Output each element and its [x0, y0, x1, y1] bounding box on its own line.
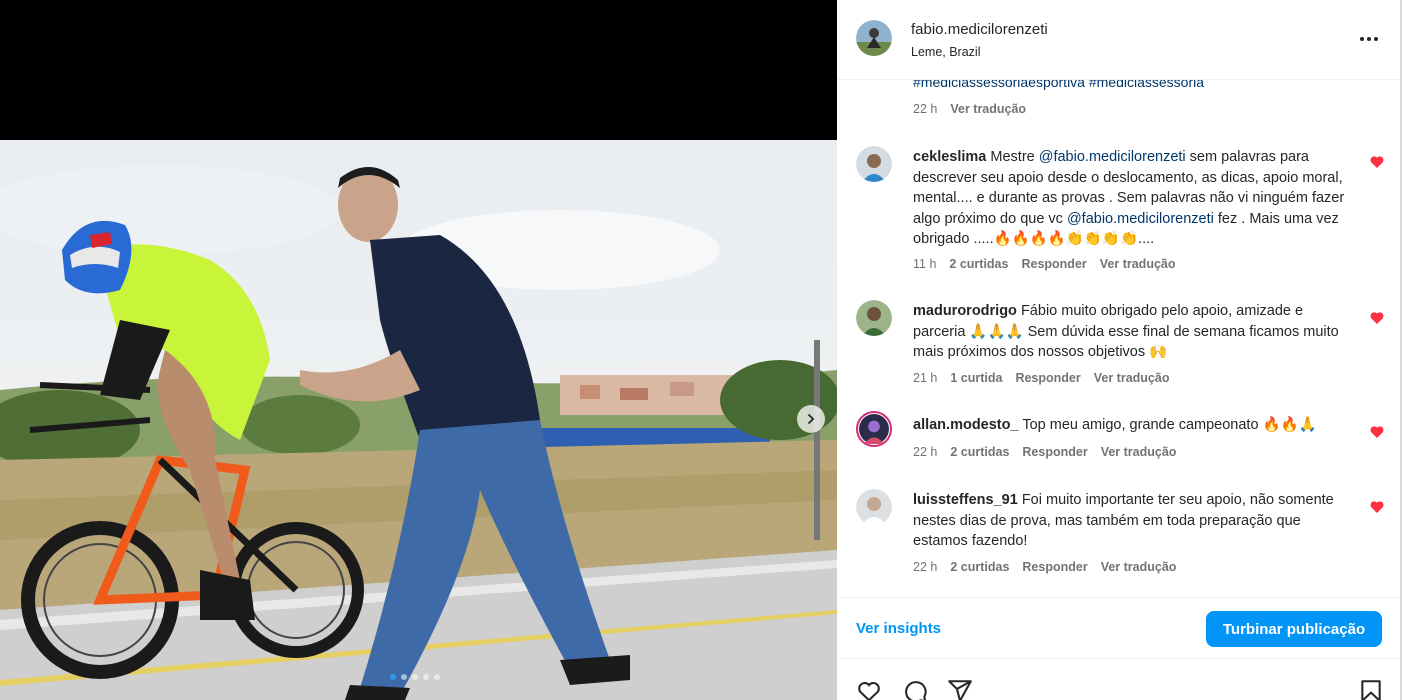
share-icon[interactable]	[947, 678, 973, 700]
caption-translate-link[interactable]: Ver tradução	[950, 102, 1026, 116]
carousel-dot	[423, 674, 429, 680]
comment-username[interactable]: madurorodrigo	[913, 303, 1017, 319]
comment-meta: 11 h 2 curtidas Responder Ver tradução	[913, 257, 1176, 271]
post-footer-bar: Ver insights Turbinar publicação	[837, 597, 1400, 659]
heart-icon[interactable]	[1369, 499, 1385, 515]
comment-time: 21 h	[913, 371, 938, 385]
carousel-dot	[434, 674, 440, 680]
post-location[interactable]: Leme, Brazil	[911, 45, 980, 59]
mention-link[interactable]: @fabio.medicilorenzeti	[1039, 149, 1186, 165]
comment-likes[interactable]: 2 curtidas	[950, 560, 1009, 574]
carousel-dot	[390, 674, 396, 680]
post-detail-panel: fabio.medicilorenzeti Leme, Brazil #medi…	[837, 0, 1400, 700]
comment-time: 11 h	[913, 257, 937, 271]
comment-icon[interactable]	[902, 678, 928, 700]
reply-button[interactable]: Responder	[1015, 371, 1080, 385]
comment-body: Top meu amigo, grande campeonato 🔥🔥🙏	[1022, 417, 1317, 433]
heart-icon[interactable]	[1369, 154, 1385, 170]
carousel-dot	[412, 674, 418, 680]
comment-text: luissteffens_91 Foi muito importante ter…	[913, 490, 1353, 552]
chevron-right-icon	[808, 414, 815, 424]
reply-button[interactable]: Responder	[1021, 257, 1086, 271]
avatar[interactable]	[856, 489, 892, 525]
comment-likes[interactable]: 2 curtidas	[949, 257, 1008, 271]
comment-text: allan.modesto_ Top meu amigo, grande cam…	[913, 415, 1353, 436]
like-icon[interactable]	[856, 678, 882, 700]
avatar[interactable]	[856, 300, 892, 336]
comment-likes[interactable]: 1 curtida	[950, 371, 1002, 385]
avatar[interactable]	[856, 20, 892, 56]
post-media	[0, 0, 837, 700]
comment-body: Mestre	[990, 149, 1039, 165]
comment-meta: 22 h 2 curtidas Responder Ver tradução	[913, 560, 1176, 574]
comment-likes[interactable]: 2 curtidas	[950, 445, 1009, 459]
post-author-username[interactable]: fabio.medicilorenzeti	[911, 21, 1048, 38]
reply-button[interactable]: Responder	[1022, 445, 1087, 459]
comment-time: 22 h	[913, 445, 938, 459]
post-actions	[837, 660, 1400, 700]
carousel-indicator	[390, 674, 440, 680]
translate-link[interactable]: Ver tradução	[1094, 371, 1170, 385]
caption-hashtags[interactable]: #mediciassessoriaesportiva #mediciassess…	[913, 80, 1204, 90]
comment-text: madurorodrigo Fábio muito obrigado pelo …	[913, 301, 1353, 363]
comments-list: #mediciassessoriaesportiva #mediciassess…	[837, 80, 1400, 597]
reply-button[interactable]: Responder	[1022, 560, 1087, 574]
mention-link[interactable]: @fabio.medicilorenzeti	[1067, 211, 1214, 227]
post-header: fabio.medicilorenzeti Leme, Brazil	[837, 0, 1400, 80]
insights-link[interactable]: Ver insights	[856, 620, 941, 637]
comment-meta: 22 h 2 curtidas Responder Ver tradução	[913, 445, 1176, 459]
boost-post-button[interactable]: Turbinar publicação	[1206, 611, 1382, 647]
caption-time: 22 h	[913, 102, 938, 116]
translate-link[interactable]: Ver tradução	[1100, 257, 1176, 271]
comment-meta: 21 h 1 curtida Responder Ver tradução	[913, 371, 1169, 385]
heart-icon[interactable]	[1369, 310, 1385, 326]
avatar[interactable]	[856, 411, 892, 447]
comment-time: 22 h	[913, 560, 938, 574]
comment-username[interactable]: allan.modesto_	[913, 417, 1019, 433]
bookmark-icon[interactable]	[1358, 678, 1384, 700]
avatar[interactable]	[856, 146, 892, 182]
comment-username[interactable]: cekleslima	[913, 149, 986, 165]
translate-link[interactable]: Ver tradução	[1101, 560, 1177, 574]
carousel-dot	[401, 674, 407, 680]
translate-link[interactable]: Ver tradução	[1101, 445, 1177, 459]
comment-username[interactable]: luissteffens_91	[913, 492, 1018, 508]
carousel-next-button[interactable]	[797, 405, 825, 433]
heart-icon[interactable]	[1369, 424, 1385, 440]
comment-text: cekleslima Mestre @fabio.medicilorenzeti…	[913, 147, 1353, 250]
more-icon[interactable]	[1358, 32, 1380, 46]
caption-meta: 22 h Ver tradução	[913, 102, 1026, 116]
post-photo[interactable]	[0, 140, 837, 700]
